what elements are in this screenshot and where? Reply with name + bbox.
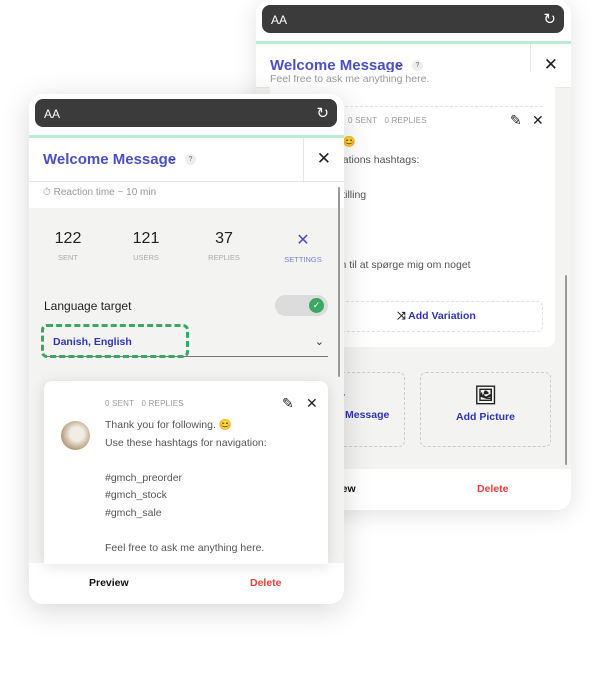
chevron-down-icon[interactable]: ⌄: [395, 57, 404, 70]
message-text[interactable]: Thank you for following. 😊 Use these has…: [105, 417, 267, 557]
close-icon[interactable]: ✕: [306, 395, 318, 412]
scrollbar[interactable]: [565, 275, 567, 465]
replies-count: 0 REPLIES: [384, 116, 427, 125]
language-target-label: Language target: [44, 299, 132, 313]
close-icon[interactable]: ✕: [532, 112, 544, 129]
preview-button[interactable]: Preview: [89, 577, 129, 589]
reaction-time: ⏱ Reaction time ~ 10 min: [29, 182, 344, 208]
sent-count: 0 SENT: [348, 116, 378, 125]
previous-line: Feel free to ask me anything here.: [270, 75, 430, 85]
reload-icon[interactable]: ↻: [316, 104, 329, 122]
text-size-button[interactable]: AA: [271, 13, 287, 27]
footer: Preview Delete: [29, 563, 344, 604]
stat-sent: 122 SENT: [54, 230, 82, 262]
language-target-toggle[interactable]: ✓: [275, 295, 328, 316]
reload-icon[interactable]: ↻: [543, 10, 556, 28]
address-bar[interactable]: AA ↻: [262, 5, 564, 33]
address-bar[interactable]: AA ↻: [35, 99, 337, 127]
stat-replies: 37 REPLIES: [208, 230, 240, 262]
add-picture-tile[interactable]: 🖼 Add Picture: [420, 372, 551, 447]
shuffle-plus-icon: ⤨: [397, 310, 406, 322]
add-variation-button[interactable]: ⤨ Add Variation: [330, 301, 543, 332]
delete-button[interactable]: Delete: [250, 577, 282, 589]
top-bar: AA ↻: [29, 94, 344, 136]
edit-pencil-icon[interactable]: ✎: [282, 395, 294, 412]
timer-icon: ⏱: [43, 187, 51, 198]
add-picture-icon: 🖼: [474, 385, 497, 405]
top-bar: AA ↻: [256, 0, 571, 42]
settings-button[interactable]: ✕ SETTINGS: [275, 230, 331, 264]
settings-x-icon: ✕: [296, 232, 310, 249]
help-icon[interactable]: ?: [412, 60, 423, 71]
stat-users: 121 USERS: [132, 230, 160, 262]
edit-pencil-icon[interactable]: ✎: [510, 112, 522, 129]
delete-button[interactable]: Delete: [477, 483, 509, 495]
close-icon[interactable]: ✕: [317, 149, 331, 169]
sent-count: 0 SENT: [105, 399, 135, 408]
page-title[interactable]: Welcome Message: [43, 151, 176, 168]
check-icon: ✓: [309, 298, 324, 313]
divider: [303, 138, 304, 181]
language-select-value: Danish, English: [41, 324, 189, 358]
chevron-down-icon[interactable]: ⌄: [168, 151, 177, 164]
text-size-button[interactable]: AA: [44, 107, 60, 121]
header: Welcome Message ⌄ ? ✕: [29, 138, 344, 182]
scrollbar[interactable]: [338, 187, 340, 377]
avatar: [61, 421, 90, 450]
replies-count: 0 REPLIES: [141, 399, 184, 408]
message-card: 0 SENT 0 REPLIES ✎ ✕ Thank you for follo…: [44, 381, 328, 564]
help-icon[interactable]: ?: [185, 154, 196, 165]
chevron-down-icon: ⌄: [314, 336, 324, 348]
